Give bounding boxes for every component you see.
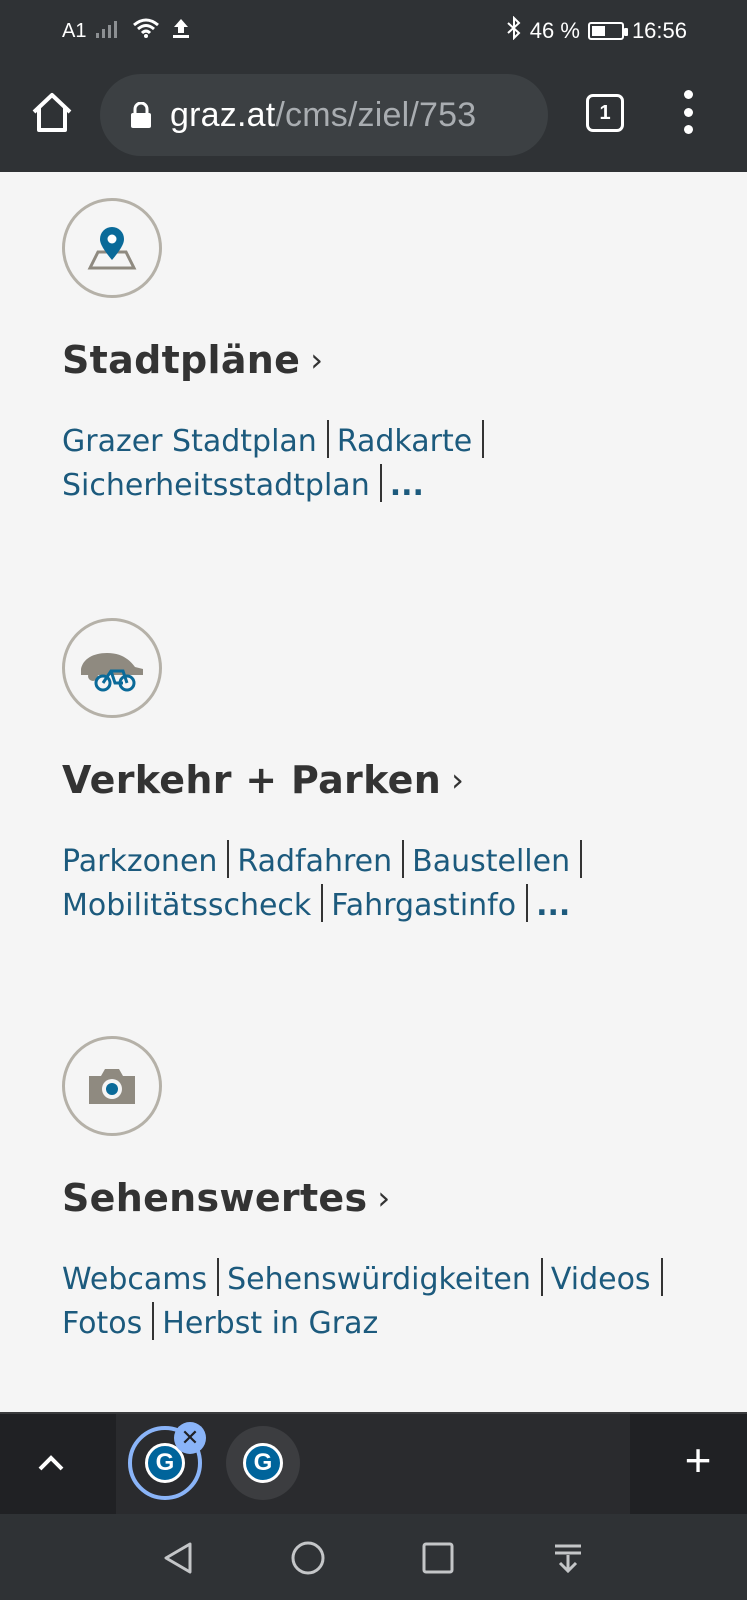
back-button[interactable] (156, 1536, 200, 1580)
menu-dot (683, 125, 693, 134)
favicon: G (243, 1443, 283, 1483)
home-button[interactable] (28, 88, 76, 136)
menu-dot (683, 107, 693, 117)
clock: 16:56 (631, 18, 687, 43)
divider (321, 883, 324, 922)
status-bar: A1 46 % 16:56 (0, 0, 747, 56)
map-pin-icon (62, 198, 162, 298)
divider (227, 839, 230, 878)
link-grazer-stadtplan[interactable]: Grazer Stadtplan (62, 424, 317, 459)
bluetooth-icon (506, 15, 522, 46)
section-links: Webcams Sehenswürdigkeiten Videos Fotos Her… (62, 1257, 702, 1346)
divider (540, 1257, 543, 1296)
divider (217, 1257, 220, 1296)
battery-percent: 46 % (529, 18, 580, 43)
link-fahrgastinfo[interactable]: Fahrgastinfo (331, 888, 516, 923)
more-link[interactable]: ... (536, 888, 570, 923)
upload-icon (170, 17, 192, 45)
link-mobilitaetsscheck[interactable]: Mobilitätsscheck (62, 888, 311, 923)
divider (152, 1301, 155, 1340)
tab-strip: G ✕ G + (0, 1412, 747, 1514)
link-radfahren[interactable]: Radfahren (237, 844, 392, 879)
section-stadtplaene: Stadtpläne › Grazer Stadtplan Radkarte Si… (62, 198, 702, 508)
divider (379, 463, 382, 502)
url-host: graz.at (170, 95, 276, 134)
signal-icon (96, 18, 122, 44)
battery-icon (587, 22, 628, 40)
link-radkarte[interactable]: Radkarte (337, 424, 472, 459)
section-title: Verkehr + Parken (62, 758, 442, 802)
divider (526, 883, 529, 922)
browser-toolbar: graz.at/cms/ziel/753 1 (0, 70, 747, 158)
divider (660, 1257, 663, 1296)
section-verkehr-parken: Verkehr + Parken › Parkzonen Radfahren Bau… (62, 618, 702, 928)
link-fotos[interactable]: Fotos (62, 1306, 142, 1341)
url-text: graz.at/cms/ziel/753 (170, 96, 476, 135)
chevron-right-icon: › (451, 761, 465, 799)
divider (580, 839, 583, 878)
link-baustellen[interactable]: Baustellen (412, 844, 570, 879)
notification-pull-button[interactable] (546, 1536, 590, 1580)
recents-square-icon (422, 1542, 454, 1574)
tab-thumbnail[interactable]: G (226, 1426, 300, 1500)
wifi-icon (132, 17, 160, 45)
link-parkzonen[interactable]: Parkzonen (62, 844, 217, 879)
tab-group: G ✕ G (116, 1414, 630, 1514)
url-path: /cms/ziel/753 (275, 95, 477, 134)
section-sehenswertes: Sehenswertes › Webcams Sehenswürdigkeiten… (62, 1036, 702, 1346)
back-triangle-icon (164, 1542, 192, 1574)
camera-icon (62, 1036, 162, 1136)
address-bar[interactable]: graz.at/cms/ziel/753 (100, 74, 548, 156)
browser-chrome: A1 46 % 16:56 graz.at/cms/ziel/753 1 (0, 0, 747, 172)
recents-button[interactable] (416, 1536, 460, 1580)
divider (482, 419, 485, 458)
page-content: Stadtpläne › Grazer Stadtplan Radkarte Si… (0, 172, 747, 1412)
tab-count: 1 (599, 101, 611, 124)
tab-switcher-button[interactable]: 1 (586, 94, 624, 132)
home-circle-icon (291, 1541, 325, 1575)
more-link[interactable]: ... (390, 468, 424, 503)
home-nav-button[interactable] (286, 1536, 330, 1580)
link-sicherheitsstadtplan[interactable]: Sicherheitsstadtplan (62, 468, 370, 503)
chevron-right-icon: › (310, 341, 324, 379)
chevron-right-icon: › (377, 1179, 391, 1217)
section-links: Grazer Stadtplan Radkarte Sicherheitsstad… (62, 419, 702, 508)
link-herbst-in-graz[interactable]: Herbst in Graz (162, 1306, 378, 1341)
car-bike-icon (62, 618, 162, 718)
expand-tab-strip-button[interactable] (26, 1438, 76, 1488)
section-heading[interactable]: Verkehr + Parken › (62, 758, 702, 802)
overflow-menu-button[interactable] (676, 90, 700, 134)
divider (326, 419, 329, 458)
system-nav-bar (0, 1514, 747, 1600)
link-videos[interactable]: Videos (551, 1262, 651, 1297)
lock-icon (131, 102, 151, 128)
new-tab-button[interactable]: + (674, 1436, 722, 1484)
section-title: Sehenswertes (62, 1176, 368, 1220)
section-links: Parkzonen Radfahren Baustellen Mobilitätss… (62, 839, 702, 928)
section-heading[interactable]: Stadtpläne › (62, 338, 702, 382)
home-icon (32, 93, 72, 132)
divider (402, 839, 405, 878)
link-sehenswuerdigkeiten[interactable]: Sehenswürdigkeiten (227, 1262, 531, 1297)
section-heading[interactable]: Sehenswertes › (62, 1176, 702, 1220)
menu-dot (683, 90, 693, 99)
pull-down-icon (555, 1544, 581, 1574)
link-webcams[interactable]: Webcams (62, 1262, 207, 1297)
carrier-label: A1 (62, 19, 87, 42)
chevron-up-icon (38, 1455, 64, 1471)
close-tab-button[interactable]: ✕ (174, 1422, 206, 1454)
section-title: Stadtpläne (62, 338, 301, 382)
